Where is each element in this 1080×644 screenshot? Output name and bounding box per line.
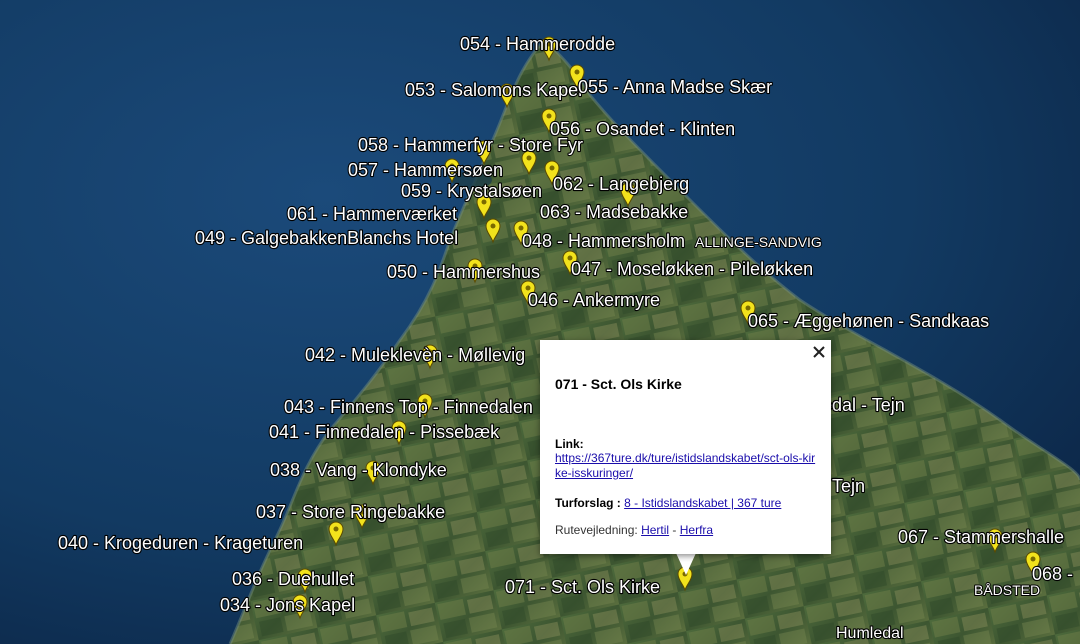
marker-label[interactable]: 034 - Jons Kapel [219,594,356,616]
marker-label[interactable]: 057 - Hammersøen [347,159,504,181]
marker-label[interactable]: 050 - Hammershus [386,261,541,283]
popup-link-label: Link: [555,437,584,451]
marker-label[interactable]: 062 - Langebjerg [552,173,690,195]
popup-link[interactable]: https://367ture.dk/ture/istidslandskabet… [555,451,817,481]
info-popup: 071 - Sct. Ols Kirke Link: https://367tu… [540,340,831,554]
marker-label[interactable]: 071 - Sct. Ols Kirke [504,576,661,598]
marker-label[interactable]: 061 - Hammerværket [286,203,458,225]
marker-label[interactable]: 067 - Stammershalle [897,526,1065,548]
town-label-humledal: Humledal [836,625,904,642]
marker-label[interactable]: 068 - [1031,563,1074,585]
marker-label[interactable]: 038 - Vang - Klondyke [269,459,448,481]
marker-label[interactable]: 042 - Muleklevèn - Møllevig [304,344,526,366]
rute-herfra-link[interactable]: Herfra [680,523,713,537]
marker-label[interactable]: 054 - Hammerodde [459,33,616,55]
rute-separator: - [669,523,680,537]
town-label-allinge: ALLINGE-SANDVIG [695,234,822,250]
marker-label[interactable]: 047 - Moseløkken - Pileløkken [570,258,814,280]
marker-label[interactable]: 063 - Madsebakke [539,201,689,223]
popup-tail [676,553,696,575]
popup-rutevejledning: Rutevejledning: Hertil - Herfra [555,523,713,537]
close-icon[interactable] [811,344,827,360]
marker-label[interactable]: 040 - Krogeduren - Krageturen [57,532,304,554]
marker-label[interactable]: 037 - Store Ringebakke [255,501,446,523]
marker-label[interactable]: 041 - Finnedalen - Pissebæk [268,421,501,443]
popup-turforslag: Turforslag : 8 - Istidslandskabet | 367 … [555,496,781,510]
turforslag-label: Turforslag : [555,496,621,510]
turforslag-link[interactable]: 8 - Istidslandskabet | 367 ture [624,496,781,510]
marker-label[interactable]: 055 - Anna Madse Skær [577,76,773,98]
marker-label[interactable]: 065 - Æggehønen - Sandkaas [747,310,990,332]
marker-label[interactable]: 036 - Duehullet [231,568,355,590]
marker-label[interactable]: 049 - GalgebakkenBlanchs Hotel [194,227,459,249]
marker-label[interactable]: 043 - Finnens Top - Finnedalen [283,396,534,418]
marker-label[interactable]: 048 - Hammersholm [521,230,686,252]
marker-label[interactable]: 046 - Ankermyre [527,289,661,311]
rute-label: Rutevejledning: [555,523,638,537]
marker-label[interactable]: 053 - Salomons Kapel [404,79,583,101]
marker-label[interactable]: 059 - Krystalsøen [400,180,543,202]
rute-hertil-link[interactable]: Hertil [641,523,669,537]
marker-label[interactable]: 058 - Hammerfyr - Store Fyr [357,134,584,156]
popup-title: 071 - Sct. Ols Kirke [555,376,682,392]
town-label-badsted: BÅDSTED [974,582,1040,598]
marker-label[interactable]: Tejn [831,475,866,497]
